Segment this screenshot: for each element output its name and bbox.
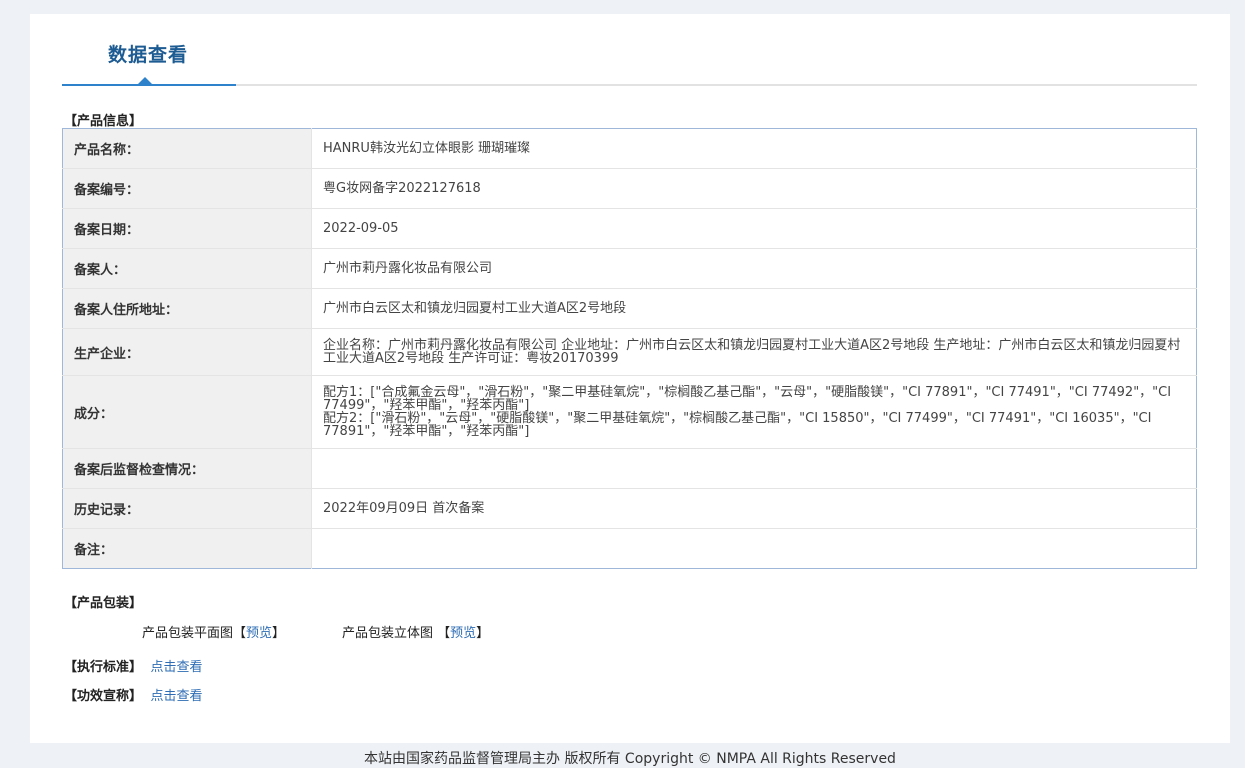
packaging-solid-label: 产品包装立体图 bbox=[342, 626, 434, 641]
standard-view-link[interactable]: 点击查看 bbox=[151, 660, 203, 675]
product-info-table: 产品名称： HANRU韩汝光幻立体眼影 珊瑚璀璨 备案编号： 粤G妆网备字202… bbox=[62, 128, 1197, 569]
table-row: 产品名称： HANRU韩汝光幻立体眼影 珊瑚璀璨 bbox=[62, 128, 1197, 169]
table-row: 成分： 配方1：["合成氟金云母"，"滑石粉"，"聚二甲基硅氧烷"，"棕榈酸乙基… bbox=[62, 375, 1197, 449]
footer-copyright: 本站由国家药品监督管理局主办 版权所有 Copyright © NMPA All… bbox=[364, 751, 896, 767]
row-value-ingredients: 配方1：["合成氟金云母"，"滑石粉"，"聚二甲基硅氧烷"，"棕榈酸乙基己酯"，… bbox=[311, 375, 1197, 449]
table-row: 备案日期： 2022-09-05 bbox=[62, 208, 1197, 249]
row-value-inspection bbox=[311, 448, 1197, 489]
table-row: 备案编号： 粤G妆网备字2022127618 bbox=[62, 168, 1197, 209]
ingredients-formula-2: 配方2：["滑石粉"，"云母"，"硬脂酸镁"，"聚二甲基硅氧烷"，"棕榈酸乙基己… bbox=[323, 411, 1152, 439]
packaging-flat-label: 产品包装平面图 bbox=[142, 626, 234, 641]
section-title-packaging: 【产品包装】 bbox=[64, 596, 143, 611]
packaging-flat-preview-link[interactable]: 预览 bbox=[246, 626, 272, 641]
row-value-remarks bbox=[312, 529, 1197, 569]
row-label-remarks: 备注： bbox=[62, 528, 312, 569]
section-title-standard: 【执行标准】 点击查看 bbox=[64, 656, 203, 675]
row-label-record-number: 备案编号： bbox=[62, 168, 312, 209]
row-label-ingredients: 成分： bbox=[62, 375, 312, 449]
table-row: 备案人住所地址： 广州市白云区太和镇龙归园夏村工业大道A区2号地段 bbox=[62, 288, 1197, 329]
row-label-record-date: 备案日期： bbox=[62, 208, 312, 249]
packaging-solid-preview-link[interactable]: 预览 bbox=[450, 626, 476, 641]
tab-data-view[interactable]: 数据查看 bbox=[108, 40, 188, 67]
caret-up-icon bbox=[138, 77, 152, 84]
efficacy-title-text: 【功效宣称】 bbox=[64, 689, 143, 704]
table-row: 历史记录： 2022年09月09日 首次备案 bbox=[62, 488, 1197, 529]
row-value-product-name: HANRU韩汝光幻立体眼影 珊瑚璀璨 bbox=[311, 128, 1197, 169]
table-row: 备注： bbox=[62, 528, 1197, 569]
table-row: 备案后监督检查情况： bbox=[62, 448, 1197, 489]
row-label-registrant-address: 备案人住所地址： bbox=[62, 288, 312, 329]
packaging-flat-item: 产品包装平面图【预览】 bbox=[142, 626, 286, 641]
row-label-history: 历史记录： bbox=[62, 488, 312, 529]
row-label-registrant: 备案人： bbox=[62, 248, 312, 289]
ingredients-formula-1: 配方1：["合成氟金云母"，"滑石粉"，"聚二甲基硅氧烷"，"棕榈酸乙基己酯"，… bbox=[323, 385, 1172, 413]
row-label-manufacturer: 生产企业： bbox=[62, 328, 312, 376]
standard-title-text: 【执行标准】 bbox=[64, 660, 143, 675]
packaging-solid-item: 产品包装立体图 【预览】 bbox=[342, 626, 490, 641]
table-row: 备案人： 广州市莉丹露化妆品有限公司 bbox=[62, 248, 1197, 289]
row-value-registrant: 广州市莉丹露化妆品有限公司 bbox=[311, 248, 1197, 289]
row-label-inspection: 备案后监督检查情况： bbox=[62, 448, 312, 489]
efficacy-view-link[interactable]: 点击查看 bbox=[151, 689, 203, 704]
section-title-product-info: 【产品信息】 bbox=[64, 114, 143, 129]
row-value-history: 2022年09月09日 首次备案 bbox=[311, 488, 1197, 529]
tab-bar: 数据查看 bbox=[62, 14, 1197, 86]
row-value-manufacturer: 企业名称：广州市莉丹露化妆品有限公司 企业地址：广州市白云区太和镇龙归园夏村工业… bbox=[311, 328, 1197, 376]
section-title-efficacy: 【功效宣称】 点击查看 bbox=[64, 685, 203, 704]
table-row: 生产企业： 企业名称：广州市莉丹露化妆品有限公司 企业地址：广州市白云区太和镇龙… bbox=[62, 328, 1197, 376]
active-tab-underline bbox=[62, 84, 236, 86]
row-value-record-number: 粤G妆网备字2022127618 bbox=[311, 168, 1197, 209]
row-label-product-name: 产品名称： bbox=[62, 128, 312, 169]
row-value-registrant-address: 广州市白云区太和镇龙归园夏村工业大道A区2号地段 bbox=[311, 288, 1197, 329]
row-value-record-date: 2022-09-05 bbox=[311, 208, 1197, 249]
content-panel: 数据查看 【产品信息】 产品名称： HANRU韩汝光幻立体眼影 珊瑚璀璨 备案编… bbox=[30, 14, 1230, 743]
